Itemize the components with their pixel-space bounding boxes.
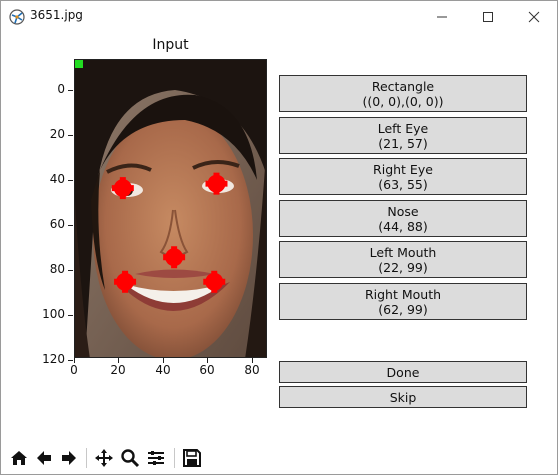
y-tick [68,225,73,226]
save-icon [183,449,201,467]
y-tick-label: 40 [49,172,65,186]
y-tick-label: 0 [57,82,65,96]
button-label: Rectangle [371,78,435,94]
close-button[interactable] [511,1,557,32]
app-window: 3651.jpg Input 0 20 40 60 80 100 120 0 2… [0,0,558,475]
rectangle-button[interactable]: Rectangle ((0, 0),(0, 0)) [279,75,527,112]
y-tick-label: 80 [49,262,65,276]
save-button[interactable] [180,446,204,470]
button-label: Right Mouth [364,286,442,302]
window-title: 3651.jpg [30,8,83,22]
back-icon [37,451,51,465]
close-icon [528,11,540,22]
pan-button[interactable] [92,446,116,470]
forward-icon [62,451,76,465]
button-value: (62, 99) [378,301,428,317]
y-tick [68,315,73,316]
zoom-icon [121,449,140,468]
button-value: (22, 99) [378,259,428,275]
right-eye-button[interactable]: Right Eye (63, 55) [279,158,527,195]
back-button[interactable] [32,446,56,470]
landmark-layer [111,172,228,293]
plot-title: Input [152,37,189,53]
button-value: (63, 55) [378,176,428,192]
left-mouth-button[interactable]: Left Mouth (22, 99) [279,241,527,278]
x-tick-label: 0 [70,363,78,377]
minimize-icon [437,16,447,17]
nose-button[interactable]: Nose (44, 88) [279,200,527,237]
button-value: (44, 88) [378,218,428,234]
app-icon [9,9,25,25]
maximize-button[interactable] [465,1,511,32]
x-tick-label: 40 [155,363,171,377]
toolbar-separator [174,448,175,468]
maximize-icon [483,11,493,22]
y-tick [68,90,73,91]
left-eye-button[interactable]: Left Eye (21, 57) [279,117,527,154]
toolbar-separator [86,448,87,468]
title-bar: 3651.jpg [1,1,557,32]
image-axes[interactable] [74,59,267,358]
y-tick-label: 60 [49,217,65,231]
done-button[interactable]: Done [279,361,527,383]
landmark-marker [114,270,137,293]
button-value: (21, 57) [378,135,428,151]
pan-icon [95,449,113,467]
navigation-toolbar [2,442,557,474]
button-label: Right Eye [373,161,433,177]
home-button[interactable] [7,446,31,470]
y-tick [68,270,73,271]
landmark-marker [163,246,186,269]
minimize-button[interactable] [419,1,465,32]
landmark-marker [205,172,228,195]
configure-subplots-icon [148,451,164,465]
y-tick [68,180,73,181]
x-tick-label: 20 [110,363,126,377]
landmark-marker [203,270,226,293]
home-icon [11,451,27,465]
landmark-marker [111,177,134,200]
x-tick-label: 60 [199,363,215,377]
x-tick-label: 80 [244,363,260,377]
y-tick [68,135,73,136]
zoom-button[interactable] [118,446,142,470]
configure-subplots-button[interactable] [144,446,168,470]
y-tick [68,360,73,361]
skip-button[interactable]: Skip [279,386,527,408]
button-label: Left Eye [377,120,429,136]
y-tick-label: 100 [42,307,65,321]
skip-label: Skip [389,389,417,405]
button-value: ((0, 0),(0, 0)) [362,93,444,109]
done-label: Done [386,364,420,380]
button-label: Left Mouth [369,244,437,260]
forward-button[interactable] [57,446,81,470]
right-mouth-button[interactable]: Right Mouth (62, 99) [279,283,527,320]
y-tick-label: 20 [49,127,65,141]
y-tick-label: 120 [42,352,65,366]
button-label: Nose [387,203,419,219]
